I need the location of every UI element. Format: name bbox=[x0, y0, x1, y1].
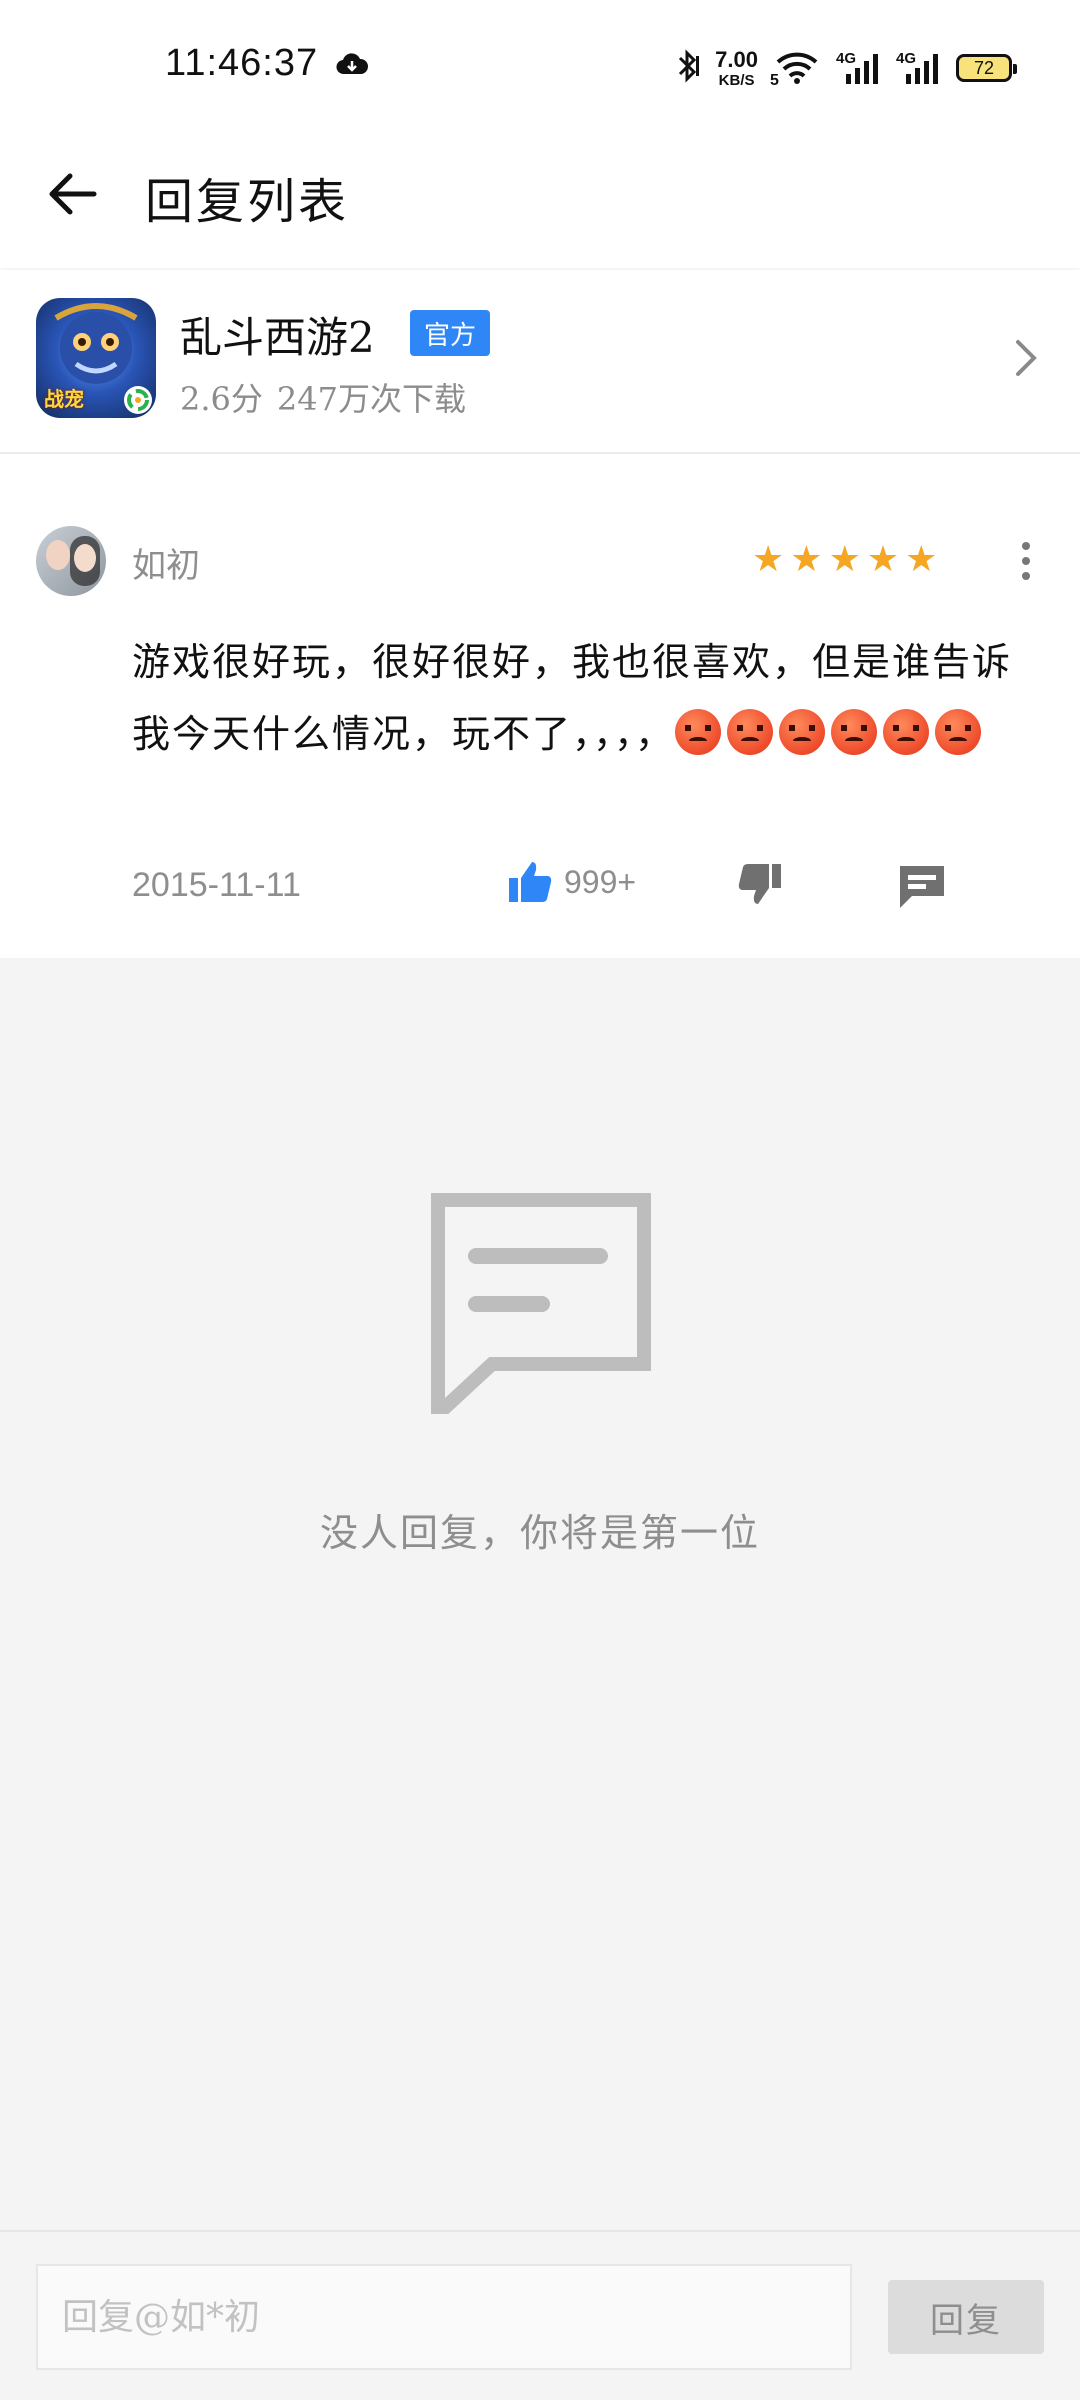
app-rating: 2.6分 bbox=[180, 380, 263, 418]
avatar[interactable] bbox=[36, 526, 106, 596]
star-icon: ★ bbox=[905, 539, 938, 580]
empty-state-message: 没人回复，你将是第一位 bbox=[319, 1511, 760, 1555]
status-indicators: 7.00 KB/S 5 4G 4G 72 bbox=[675, 44, 1017, 92]
like-count: 999+ bbox=[564, 863, 637, 900]
chevron-right-icon bbox=[1012, 336, 1040, 384]
reply-button[interactable] bbox=[898, 864, 946, 914]
network-speed: 7.00 KB/S bbox=[715, 46, 758, 89]
top-app-bar: 回复列表 bbox=[0, 136, 1080, 268]
more-options-button[interactable] bbox=[1010, 536, 1042, 586]
angry-face-icon bbox=[831, 709, 878, 755]
app-name: 乱斗西游2 bbox=[180, 313, 375, 362]
status-bar: 11:46:37 7.00 KB/S 5 4G 4G 72 bbox=[0, 0, 1080, 136]
battery-icon: 72 bbox=[956, 54, 1017, 82]
thumbs-up-icon bbox=[509, 862, 552, 902]
comment-bubble-icon bbox=[430, 1192, 652, 1431]
signal-icon: 4G bbox=[896, 50, 942, 86]
back-button[interactable] bbox=[40, 162, 104, 226]
signal-icon: 4G bbox=[836, 50, 882, 86]
comment-card: 如初 ★ ★ ★ ★ ★ 游戏很好玩，很好很好，我也很喜欢，但是谁告诉我今天什么… bbox=[0, 456, 1080, 958]
app-icon: 战宠 bbox=[36, 298, 156, 418]
star-icon: ★ bbox=[866, 539, 900, 580]
angry-face-icon bbox=[779, 709, 826, 755]
angry-face-icon bbox=[883, 709, 930, 755]
angry-face-icon bbox=[727, 709, 774, 755]
angry-face-icon bbox=[675, 709, 722, 755]
wifi-label: 5 bbox=[770, 72, 779, 89]
dislike-button[interactable] bbox=[736, 860, 784, 912]
app-stats: 2.6分 247万次下载 bbox=[180, 374, 466, 420]
angry-face-icon bbox=[935, 709, 982, 755]
thumbs-down-icon bbox=[738, 864, 781, 904]
star-icon: ★ bbox=[790, 539, 823, 580]
network-speed-unit: KB/S bbox=[718, 71, 755, 89]
reply-submit-button[interactable]: 回复 bbox=[888, 2280, 1044, 2354]
official-badge: 官方 bbox=[410, 310, 491, 356]
platform-logo-icon bbox=[124, 386, 152, 414]
emoji-row bbox=[675, 709, 987, 756]
cloud-download-icon bbox=[336, 52, 369, 82]
app-icon-badge: 战宠 bbox=[44, 387, 84, 411]
star-icon: ★ bbox=[828, 539, 861, 580]
arrow-left-icon bbox=[49, 173, 97, 215]
status-time: 11:46:37 bbox=[165, 42, 319, 84]
bluetooth-icon bbox=[675, 48, 701, 88]
page-title: 回复列表 bbox=[145, 174, 350, 230]
reply-input[interactable] bbox=[36, 2264, 852, 2370]
comment-icon bbox=[900, 866, 944, 908]
reply-bar: 回复 bbox=[0, 2230, 1080, 2400]
star-icon: ★ bbox=[752, 539, 785, 580]
like-button[interactable]: 999+ bbox=[506, 858, 636, 906]
comment-text: 游戏很好玩，很好很好，我也很喜欢，但是谁告诉我今天什么情况，玩不了，，，， bbox=[132, 626, 1032, 770]
app-info-card[interactable]: 战宠 乱斗西游2 官方 2.6分 247万次下载 bbox=[0, 270, 1080, 454]
star-rating: ★ ★ ★ ★ ★ bbox=[752, 540, 937, 580]
empty-replies-area: 没人回复，你将是第一位 bbox=[0, 958, 1080, 2230]
app-downloads: 247万次下载 bbox=[276, 380, 466, 418]
wifi-icon: 5 bbox=[770, 50, 822, 89]
comment-username[interactable]: 如初 bbox=[132, 538, 200, 587]
network-speed-value: 7.00 bbox=[715, 46, 758, 72]
comment-date: 2015-11-11 bbox=[132, 866, 301, 904]
